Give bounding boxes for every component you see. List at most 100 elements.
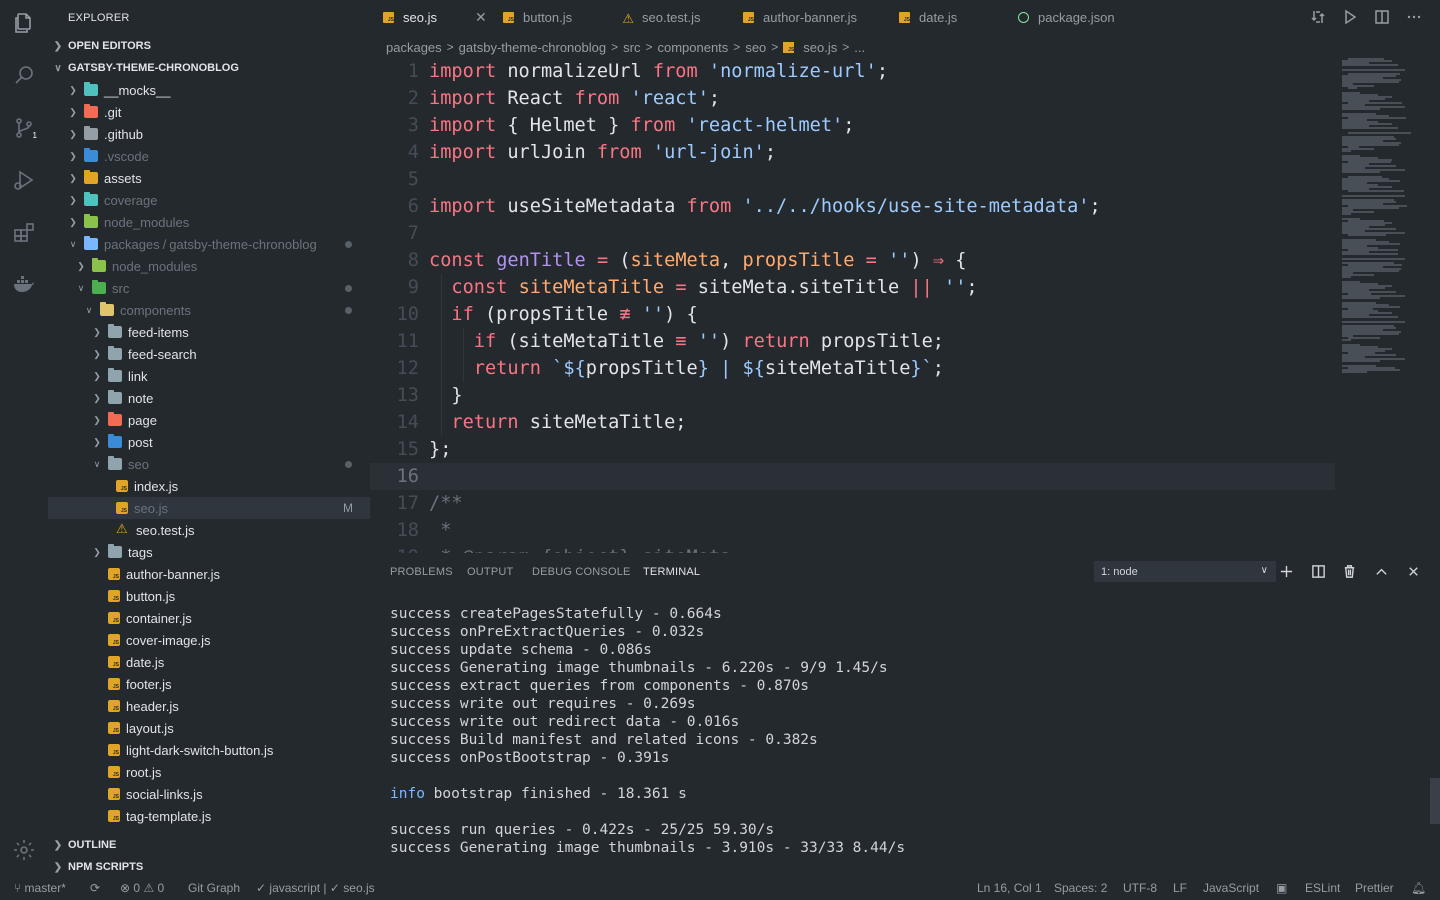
tree-item[interactable]: ❯ feed-items bbox=[48, 321, 370, 343]
breadcrumb-item[interactable]: components bbox=[657, 40, 728, 55]
code-line[interactable]: 8 const genTitle = (siteMeta, propsTitle … bbox=[370, 247, 1335, 274]
git-graph-button[interactable]: Git Graph bbox=[188, 881, 240, 895]
tab-terminal[interactable]: TERMINAL bbox=[643, 566, 700, 578]
language-mode[interactable]: JavaScript bbox=[1203, 881, 1259, 895]
breadcrumb-item[interactable]: src bbox=[623, 40, 640, 55]
breadcrumb-item[interactable]: seo bbox=[745, 40, 766, 55]
problems-status[interactable]: ⊗ 0 ⚠ 0 bbox=[120, 881, 164, 895]
tab-output[interactable]: OUTPUT bbox=[467, 566, 513, 578]
tree-item[interactable]: author-banner.js bbox=[48, 563, 370, 585]
close-icon[interactable]: ✕ bbox=[475, 9, 487, 26]
prettier-status[interactable]: Prettier bbox=[1355, 881, 1394, 895]
tree-item[interactable]: ❯ coverage bbox=[48, 189, 370, 211]
tree-item[interactable]: root.js bbox=[48, 761, 370, 783]
tree-item[interactable]: ❯ tags bbox=[48, 541, 370, 563]
indentation[interactable]: Spaces: 2 bbox=[1054, 881, 1107, 895]
lang-check-status[interactable]: ✓ javascript | ✓ seo.js bbox=[256, 881, 375, 895]
code-line[interactable]: 12 return `${propsTitle} | ${siteMetaTit… bbox=[370, 355, 1335, 382]
tree-item[interactable]: date.js bbox=[48, 651, 370, 673]
tab-date-js[interactable]: date.js bbox=[899, 0, 957, 35]
run-debug-icon[interactable] bbox=[10, 166, 38, 194]
trash-icon[interactable] bbox=[1339, 561, 1359, 581]
tree-item[interactable]: ❯ post bbox=[48, 431, 370, 453]
code-line[interactable]: 3 import { Helmet } from 'react-helmet'; bbox=[370, 112, 1335, 139]
project-section[interactable]: ∨ GATSBY-THEME-CHRONOBLOG bbox=[48, 57, 370, 79]
tree-item[interactable]: light-dark-switch-button.js bbox=[48, 739, 370, 761]
code-line[interactable]: 6 import useSiteMetadata from '../../hook… bbox=[370, 193, 1335, 220]
docker-icon[interactable] bbox=[10, 270, 38, 298]
extensions-icon[interactable] bbox=[10, 218, 38, 246]
tree-item[interactable]: ❯ link bbox=[48, 365, 370, 387]
code-line[interactable]: 5 bbox=[370, 166, 1335, 193]
maximize-panel-icon[interactable] bbox=[1371, 561, 1391, 581]
cursor-position[interactable]: Ln 16, Col 1 bbox=[977, 881, 1042, 895]
close-panel-icon[interactable] bbox=[1403, 561, 1423, 581]
tree-item[interactable]: ❯ node_modules bbox=[48, 211, 370, 233]
files-icon[interactable] bbox=[10, 9, 38, 37]
tab-author-banner-js[interactable]: author-banner.js bbox=[743, 0, 857, 35]
tree-item[interactable]: ❯ __mocks__ bbox=[48, 79, 370, 101]
tree-item[interactable]: ∨ src bbox=[48, 277, 370, 299]
tree-item[interactable]: footer.js bbox=[48, 673, 370, 695]
encoding[interactable]: UTF-8 bbox=[1123, 881, 1157, 895]
tree-item[interactable]: ❯ .github bbox=[48, 123, 370, 145]
tree-item[interactable]: ∨ packages / gatsby-theme-chronoblog bbox=[48, 233, 370, 255]
settings-gear-icon[interactable] bbox=[10, 836, 38, 864]
breadcrumb-item[interactable]: gatsby-theme-chronoblog bbox=[459, 40, 606, 55]
breadcrumb-item[interactable]: seo.js bbox=[803, 40, 837, 55]
tree-item[interactable]: ❯ .vscode bbox=[48, 145, 370, 167]
search-icon[interactable] bbox=[10, 61, 38, 89]
end-of-line[interactable]: LF bbox=[1173, 881, 1187, 895]
tree-item[interactable]: button.js bbox=[48, 585, 370, 607]
npm-scripts-section[interactable]: ❯ NPM SCRIPTS bbox=[48, 856, 370, 878]
code-line[interactable]: 18 * bbox=[370, 517, 1335, 544]
tree-item[interactable]: header.js bbox=[48, 695, 370, 717]
code-line[interactable]: 19 * @param {object} siteMeta bbox=[370, 544, 1335, 553]
terminal-status-icon[interactable]: ▣ bbox=[1276, 881, 1287, 895]
code-line[interactable]: 10 if (propsTitle ≢ '') { bbox=[370, 301, 1335, 328]
terminal-scrollbar[interactable] bbox=[1430, 778, 1440, 824]
code-line[interactable]: 16 bbox=[370, 463, 1335, 490]
eslint-status[interactable]: ESLint bbox=[1305, 881, 1340, 895]
tree-item[interactable]: layout.js bbox=[48, 717, 370, 739]
code-line[interactable]: 17 /** bbox=[370, 490, 1335, 517]
tab-debug-console[interactable]: DEBUG CONSOLE bbox=[532, 566, 631, 578]
run-icon[interactable] bbox=[1340, 7, 1360, 27]
compare-changes-icon[interactable] bbox=[1308, 7, 1328, 27]
outline-section[interactable]: ❯ OUTLINE bbox=[48, 834, 370, 856]
tree-item[interactable]: ❯ page bbox=[48, 409, 370, 431]
bell-icon[interactable]: 🔔︎ bbox=[1411, 881, 1426, 895]
tab-seo-js[interactable]: seo.js ✕ bbox=[383, 0, 487, 35]
tree-item[interactable]: tag-template.js bbox=[48, 805, 370, 827]
tree-item[interactable]: ∨ seo bbox=[48, 453, 370, 475]
code-line[interactable]: 11 if (siteMetaTitle ≡ '') return propsT… bbox=[370, 328, 1335, 355]
tree-item[interactable]: ❯ node_modules bbox=[48, 255, 370, 277]
sync-icon[interactable]: ⟳ bbox=[90, 881, 100, 895]
code-editor[interactable]: 1 import normalizeUrl from 'normalize-url… bbox=[370, 58, 1335, 553]
tab-package-json[interactable]: package.json bbox=[1018, 0, 1115, 35]
split-terminal-icon[interactable] bbox=[1308, 561, 1328, 581]
breadcrumb-item[interactable]: packages bbox=[386, 40, 442, 55]
tree-item[interactable]: index.js bbox=[48, 475, 370, 497]
tree-item[interactable]: cover-image.js bbox=[48, 629, 370, 651]
tab-button-js[interactable]: button.js bbox=[503, 0, 572, 35]
tree-item[interactable]: ∨ components bbox=[48, 299, 370, 321]
code-line[interactable]: 14 return siteMetaTitle; bbox=[370, 409, 1335, 436]
code-line[interactable]: 4 import urlJoin from 'url-join'; bbox=[370, 139, 1335, 166]
tree-item[interactable]: ❯ assets bbox=[48, 167, 370, 189]
code-line[interactable]: 1 import normalizeUrl from 'normalize-url… bbox=[370, 58, 1335, 85]
tree-item[interactable]: social-links.js bbox=[48, 783, 370, 805]
minimap[interactable] bbox=[1340, 58, 1430, 378]
tree-item[interactable]: seo.js M bbox=[48, 497, 370, 519]
tree-item[interactable]: ❯ feed-search bbox=[48, 343, 370, 365]
tree-item[interactable]: container.js bbox=[48, 607, 370, 629]
source-control-icon[interactable]: 1 bbox=[10, 114, 38, 142]
tab-seo-test-js[interactable]: seo.test.js bbox=[622, 0, 700, 35]
new-terminal-icon[interactable] bbox=[1276, 561, 1296, 581]
tab-problems[interactable]: PROBLEMS bbox=[390, 566, 453, 578]
terminal-select[interactable]: 1: node ∨ bbox=[1094, 561, 1276, 582]
code-line[interactable]: 7 bbox=[370, 220, 1335, 247]
code-line[interactable]: 13 } bbox=[370, 382, 1335, 409]
tree-item[interactable]: seo.test.js bbox=[48, 519, 370, 541]
code-line[interactable]: 2 import React from 'react'; bbox=[370, 85, 1335, 112]
